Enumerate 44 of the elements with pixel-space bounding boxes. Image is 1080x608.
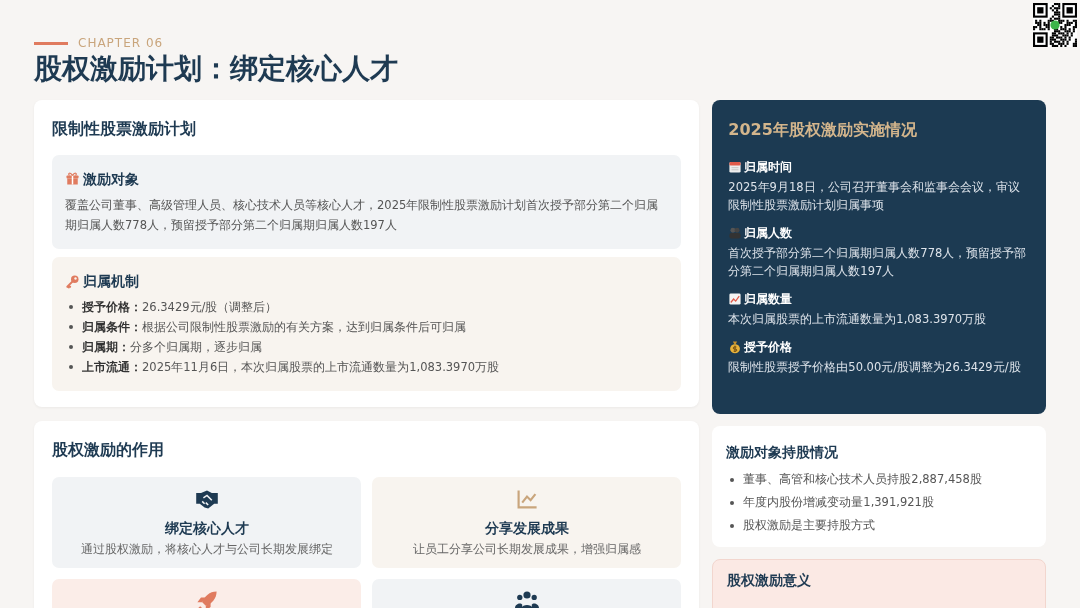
section-title: 归属机制 (83, 272, 139, 292)
list-item: 股权激励是主要持股方式 (743, 516, 876, 534)
calendar-icon (728, 159, 743, 174)
panel-title: 2025年股权激励实施情况 (728, 118, 918, 141)
people-icon (514, 589, 539, 608)
money-bag-icon (728, 339, 743, 354)
qr-code-icon (1033, 3, 1077, 47)
section-text: 覆盖公司董事、高级管理人员、核心技术人员等核心人才，2025年限制性股票激励计划首次授予部分第二个归属期归属人数778人，预留授予部分第二个归属期归属人数197人 (65, 197, 660, 235)
item-text: 本次归属股票的上市流通数量为1,083.3970万股 (728, 310, 988, 328)
card-title: 限制性股票激励计划 (52, 118, 197, 140)
feature-text: 通过股权激励，将核心人才与公司长期发展绑定 (80, 540, 333, 558)
feature-title: 绑定核心人才 (164, 518, 249, 538)
card-title: 激励对象持股情况 (726, 442, 840, 462)
page-title: 股权激励计划：绑定核心人才 (34, 52, 399, 86)
list-item: 归属期：分多个归属期，逐步归属 (82, 339, 262, 357)
item-title: 授予价格 (744, 338, 793, 356)
bullet-dot (69, 345, 73, 350)
item-title: 归属时间 (744, 158, 793, 176)
chapter-label: CHAPTER 06 (78, 35, 164, 52)
feature-title: 分享发展成果 (484, 518, 569, 538)
gift-icon (65, 171, 80, 187)
bullet-dot (69, 365, 73, 370)
bullet-dot (730, 477, 735, 482)
card-title: 股权激励意义 (727, 571, 813, 590)
key-icon (65, 273, 80, 289)
trend-chart-icon (728, 291, 743, 306)
item-title: 归属数量 (744, 290, 793, 308)
list-item: 上市流通：2025年11月6日，本次归属股票的上市流通数量为1,083.3970万股 (82, 359, 500, 377)
section-title: 激励对象 (83, 169, 139, 189)
bullet-dot (730, 500, 735, 505)
card-title: 股权激励的作用 (52, 440, 165, 462)
bullet-dot (69, 305, 73, 310)
item-title: 归属人数 (744, 224, 793, 242)
people-icon (728, 225, 743, 240)
item-text: 首次授予部分第二个归属期归属人数778人，预留授予部分第二个归属期归属人数197人 (728, 244, 1028, 280)
bullet-dot (69, 325, 73, 330)
feature-text: 让员工分享公司长期发展成果，增强归属感 (412, 540, 641, 558)
item-text: 2025年9月18日，公司召开董事会和监事会会议，审议限制性股票激励计划归属事项 (728, 178, 1021, 214)
item-text: 限制性股票授予价格由50.00元/股调整为26.3429元/股 (728, 358, 1022, 376)
list-item: 授予价格：26.3429元/股（调整后） (82, 299, 278, 317)
list-item: 归属条件：根据公司限制性股票激励的有关方案，达到归属条件后可归属 (82, 319, 466, 337)
list-item: 年度内股份增减变动量1,391,921股 (743, 493, 934, 511)
bullet-dot (730, 523, 735, 528)
list-item: 董事、高管和核心技术人员持股2,887,458股 (743, 470, 982, 488)
